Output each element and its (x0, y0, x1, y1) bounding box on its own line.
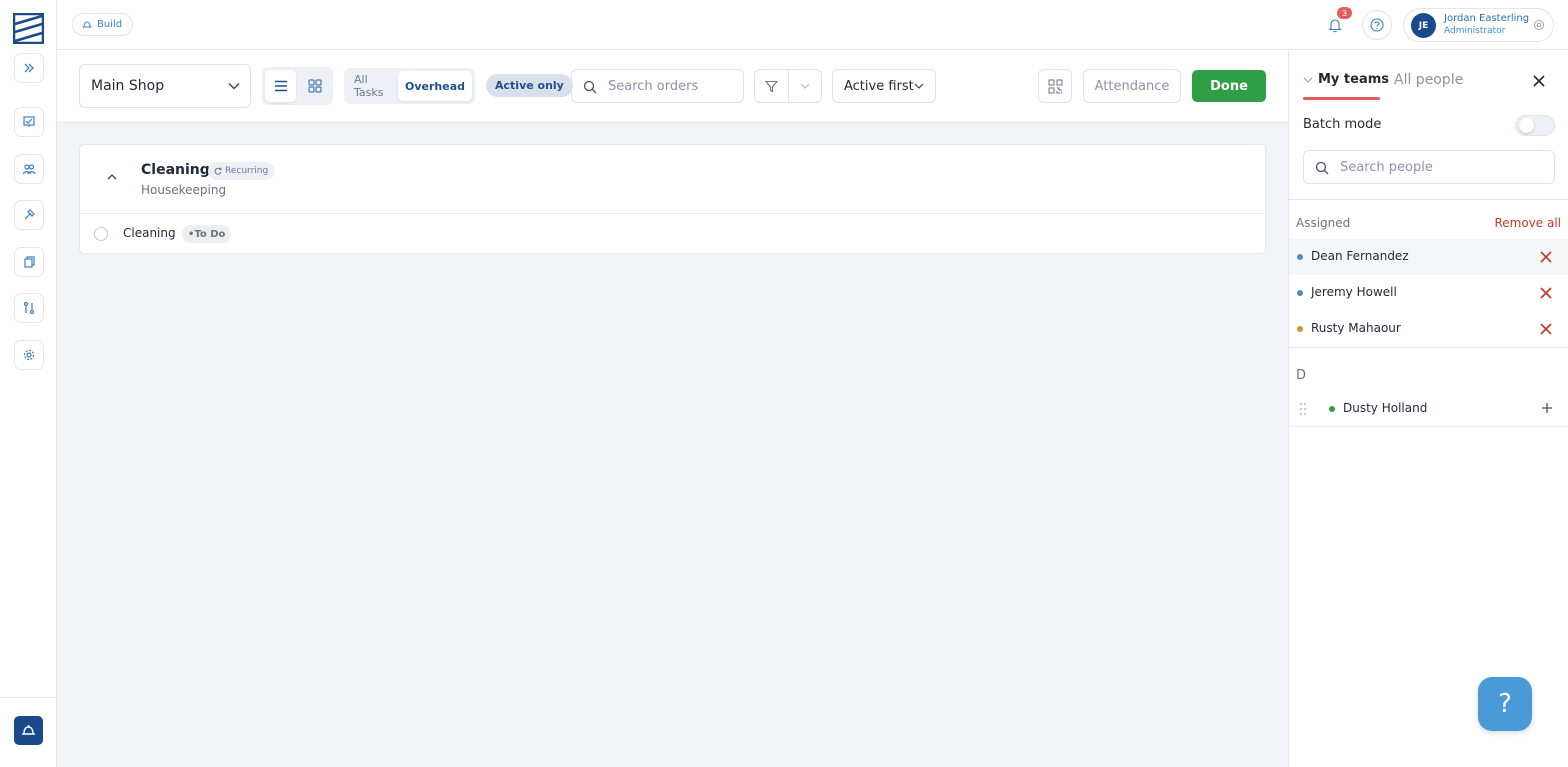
close-icon[interactable] (1532, 74, 1546, 88)
team-color-dot (1297, 290, 1303, 296)
avatar: JE (1411, 13, 1436, 38)
help-icon[interactable] (1362, 10, 1392, 40)
tab-my-teams[interactable]: My teams (1303, 72, 1389, 100)
search-people-input[interactable]: Search people (1303, 150, 1555, 184)
task-group-title: Cleaning (141, 162, 210, 178)
close-icon[interactable] (1540, 287, 1552, 299)
chevron-down-icon (228, 83, 240, 90)
user-role: Administrator (1444, 26, 1506, 36)
qr-code-button[interactable] (1038, 69, 1072, 103)
grid-view-button[interactable] (299, 70, 330, 102)
tab-all-people[interactable]: All people (1394, 72, 1463, 88)
person-name: Jeremy Howell (1311, 285, 1397, 299)
task-checkbox[interactable] (94, 227, 108, 241)
remove-all-button[interactable]: Remove all (1494, 216, 1561, 230)
chevron-up-icon[interactable] (107, 173, 117, 180)
people-icon[interactable] (14, 154, 44, 184)
toolbar: Main Shop All Tasks Overhead Active only… (57, 50, 1288, 123)
sort-select[interactable]: Active first (832, 69, 936, 103)
status-label: To Do (194, 228, 226, 240)
search-people-placeholder: Search people (1340, 159, 1433, 175)
recurring-badge: Recurring (208, 162, 276, 180)
task-name[interactable]: Cleaning (123, 226, 176, 240)
search-orders-input[interactable]: Search orders (571, 69, 744, 103)
person-name: Dean Fernandez (1311, 249, 1409, 263)
person-row[interactable]: Dusty Holland (1289, 391, 1568, 427)
build-mode-icon[interactable] (14, 716, 43, 745)
settings-icon[interactable] (14, 340, 44, 370)
person-name: Dusty Holland (1343, 401, 1428, 415)
close-icon[interactable] (1540, 323, 1552, 335)
help-chat-button[interactable]: ? (1478, 677, 1532, 731)
attendance-button[interactable]: Attendance (1083, 69, 1181, 103)
gear-icon (1534, 20, 1544, 30)
user-name: Jordan Easterling (1444, 13, 1530, 24)
panel-divider (1289, 347, 1568, 348)
filter-dropdown-button[interactable] (787, 70, 822, 102)
rail-divider (0, 697, 57, 698)
orders-icon[interactable] (14, 107, 44, 137)
team-color-dot (1297, 254, 1303, 260)
tab-my-teams-label: My teams (1318, 72, 1390, 87)
chevron-down-icon (914, 83, 924, 89)
expand-icon[interactable] (14, 53, 44, 83)
search-icon (1315, 161, 1329, 175)
batch-mode-label: Batch mode (1303, 117, 1382, 132)
search-icon (583, 80, 597, 94)
build-chip[interactable]: Build (72, 13, 134, 36)
task-group-card: Cleaning Recurring Housekeeping Cleaning… (79, 144, 1266, 254)
active-tab-indicator (1303, 97, 1380, 100)
team-color-dot (1297, 326, 1303, 332)
assigned-person-row: Jeremy Howell (1289, 275, 1568, 311)
filter-button[interactable] (755, 70, 788, 102)
tab-overhead[interactable]: Overhead (398, 71, 472, 101)
sort-select-value: Active first (844, 78, 914, 94)
recurring-label: Recurring (225, 166, 269, 176)
group-letter: D (1296, 368, 1307, 383)
build-label: Build (97, 19, 123, 30)
top-bar: Build 3 JE Jordan Easterling Administrat… (57, 0, 1568, 50)
shop-select-value: Main Shop (91, 78, 165, 94)
filter-icon (764, 80, 778, 92)
qr-code-icon (1048, 79, 1062, 93)
task-filter-toggle: All Tasks Overhead (344, 68, 475, 104)
person-name: Rusty Mahaour (1311, 321, 1401, 335)
hard-hat-icon (82, 21, 92, 28)
team-color-dot (1329, 406, 1335, 412)
plus-icon[interactable] (1541, 402, 1553, 414)
logo-icon[interactable] (13, 13, 44, 44)
grid-icon (307, 79, 322, 93)
chevron-down-icon (1303, 77, 1313, 83)
card-divider (80, 213, 1265, 214)
drag-handle-icon[interactable] (1299, 402, 1307, 416)
left-rail (0, 0, 57, 767)
list-view-button[interactable] (265, 70, 296, 102)
batch-mode-toggle[interactable] (1515, 115, 1555, 136)
copy-icon[interactable] (14, 247, 44, 277)
view-toggle (262, 67, 333, 105)
assigned-person-row: Dean Fernandez (1289, 239, 1568, 275)
task-group-subtitle: Housekeeping (141, 183, 227, 197)
notification-badge: 3 (1337, 7, 1352, 19)
panel-divider (1289, 199, 1568, 200)
active-only-chip[interactable]: Active only (486, 74, 573, 97)
user-menu[interactable]: JE Jordan Easterling Administrator (1403, 8, 1554, 42)
repeat-icon (214, 167, 222, 175)
list-icon (274, 80, 287, 92)
done-button[interactable]: Done (1192, 70, 1266, 102)
search-orders-placeholder: Search orders (608, 78, 699, 94)
assigned-label: Assigned (1296, 216, 1351, 230)
people-panel: My teams All people Batch mode Search pe… (1288, 50, 1568, 767)
toggle-knob (1519, 118, 1534, 133)
tab-all-tasks[interactable]: All Tasks (347, 71, 398, 101)
status-badge: • To Do (182, 225, 232, 243)
shop-select[interactable]: Main Shop (79, 64, 251, 108)
workflow-icon[interactable] (14, 293, 44, 323)
tools-icon[interactable] (14, 200, 44, 230)
filter-group (754, 69, 822, 103)
assigned-person-row: Rusty Mahaour (1289, 311, 1568, 347)
close-icon[interactable] (1540, 251, 1552, 263)
chevron-down-icon (800, 83, 810, 89)
